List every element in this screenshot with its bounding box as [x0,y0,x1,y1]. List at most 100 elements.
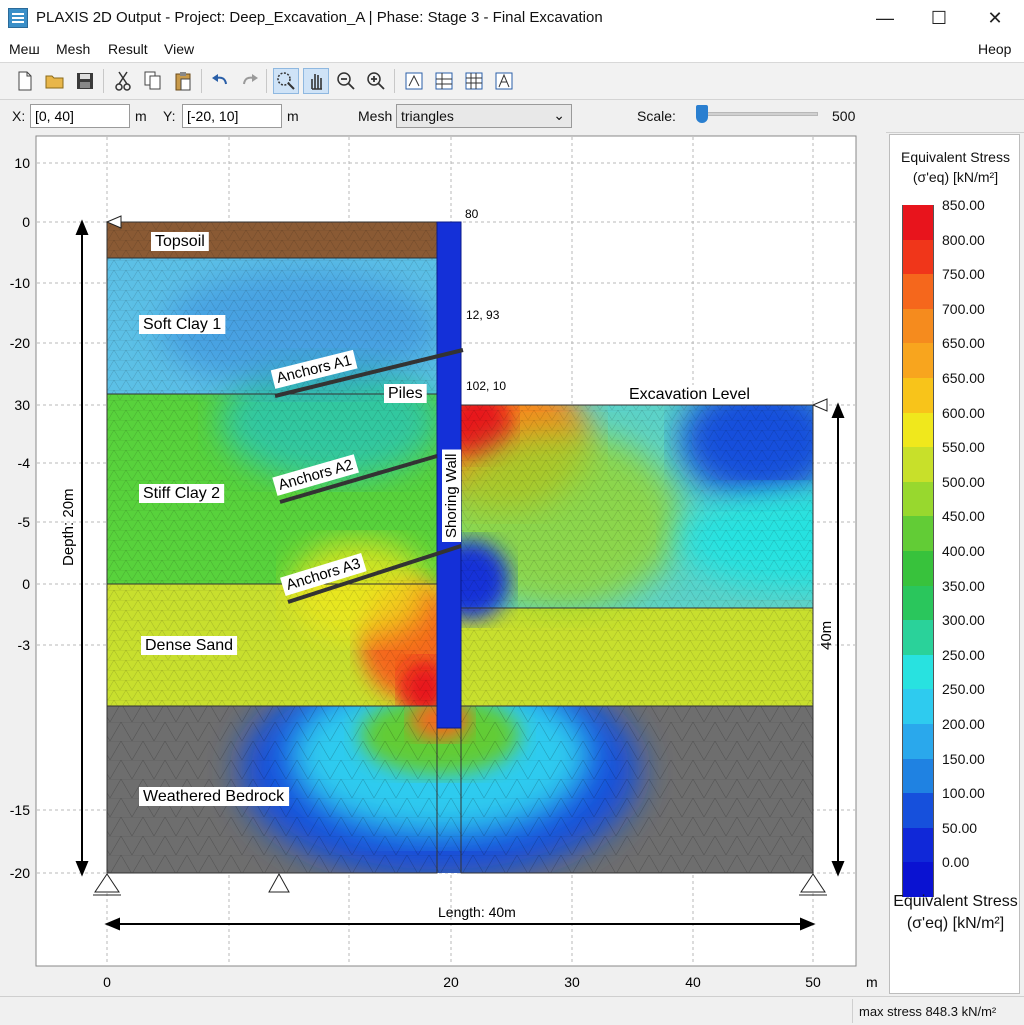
menu-mesh[interactable]: Mesh [56,41,90,57]
height-label: 40m [818,621,835,650]
legend-label: 700.00 [942,300,985,317]
x-tick-label: 20 [443,974,459,990]
legend-swatch [902,654,934,690]
scale-value: 500 [832,108,856,124]
excavation-level-label: Excavation Level [629,386,750,403]
menu-view[interactable]: View [164,41,194,57]
mesh-type-select[interactable]: triangles ⌄ [396,104,572,128]
x-unit-label: m [135,108,147,124]
close-button[interactable]: ✕ [972,0,1018,36]
y-tick-label: 0 [22,214,30,230]
paste-icon[interactable] [170,68,196,94]
new-file-icon[interactable] [12,68,38,94]
legend-swatch [902,620,934,656]
menu-result[interactable]: Result [108,41,148,57]
annotation-mid: 12, 93 [466,308,500,322]
menu-bar: Meш Mesh Result View Неор [0,36,1024,63]
scale-slider-thumb[interactable] [696,105,708,123]
legend-label: 100.00 [942,785,985,802]
legend-bottom-title: Equivalent Stress [893,893,1018,910]
app-logo-icon [8,8,28,28]
x-range-label: X: [12,108,26,124]
y-tick-label: -3 [18,637,31,653]
legend-swatch [902,308,934,344]
y-tick-label: 0 [22,576,30,592]
piles-label: Piles [388,385,423,402]
legend-swatch [902,516,934,552]
zoom-in-icon[interactable] [363,68,389,94]
legend-label: 650.00 [942,335,985,352]
annotation-low: 102, 10 [466,379,506,393]
max-stress-status: max stress 848.3 kN/m² [852,999,1022,1023]
zoom-window-icon[interactable] [273,68,299,94]
y-unit-label: m [287,108,299,124]
scale-label: Scale: [637,108,676,124]
x-tick-label: 40 [685,974,701,990]
coordinate-bar: X: m Y: m Mesh triangles ⌄ Scale: 500 [0,100,1024,133]
legend-label: 500.00 [942,473,985,490]
view-mesh-icon[interactable] [431,68,457,94]
maximize-button[interactable]: ☐ [916,0,962,36]
scale-slider[interactable] [700,112,818,116]
redo-icon[interactable] [237,68,263,94]
open-folder-icon[interactable] [42,68,68,94]
cut-icon[interactable] [110,68,136,94]
x-range-input[interactable] [30,104,130,128]
undo-icon[interactable] [207,68,233,94]
legend-swatch [902,481,934,517]
y-tick-label: 30 [14,397,30,413]
copy-icon[interactable] [140,68,166,94]
menu-help[interactable]: Неор [978,41,1011,57]
pan-hand-icon[interactable] [303,68,329,94]
layer-label-soft-clay: Soft Clay 1 [143,316,221,333]
y-tick-label: -5 [18,514,31,530]
legend-swatch [902,793,934,829]
legend-label: 250.00 [942,646,985,663]
layer-label-bedrock: Weathered Bedrock [143,788,285,805]
layer-label-stiff-clay: Stiff Clay 2 [143,485,220,502]
view-structure-icon[interactable] [491,68,517,94]
legend-label: 250.00 [942,681,985,698]
y-tick-label: -10 [10,275,30,291]
y-tick-label: -20 [10,865,30,881]
save-icon[interactable] [72,68,98,94]
window-title: PLAXIS 2D Output - Project: Deep_Excavat… [36,9,603,26]
legend-subtitle: (σ'eq) [kN/m²] [912,169,999,185]
legend-bottom-subtitle: (σ'eq) [kN/m²] [906,915,1005,932]
legend-swatch [902,724,934,760]
mesh-type-value: triangles [401,108,454,124]
zoom-out-icon[interactable] [333,68,359,94]
legend-swatch [902,239,934,275]
menu-file[interactable]: Meш [9,41,40,57]
x-tick-label: 50 [805,974,821,990]
annotation-top: 80 [465,207,479,221]
y-tick-label: 10 [14,155,30,171]
title-bar: PLAXIS 2D Output - Project: Deep_Excavat… [0,0,1024,36]
legend-swatch [902,827,934,863]
depth-label: Depth: 20m [60,488,77,566]
x-tick-label: 0 [103,974,111,990]
view-grid-icon[interactable] [461,68,487,94]
legend-swatch [902,447,934,483]
length-label: Length: 40m [438,904,516,920]
y-tick-label: -4 [18,455,31,471]
x-unit: m [866,974,878,990]
toolbar [0,63,1024,100]
chevron-down-icon: ⌄ [553,107,565,123]
view-front-icon[interactable] [401,68,427,94]
y-range-input[interactable] [182,104,282,128]
legend-label: 750.00 [942,266,985,283]
minimize-button[interactable]: — [862,0,908,36]
legend-label: 550.00 [942,439,985,456]
legend-swatch [902,343,934,379]
legend-label: 50.00 [942,819,978,836]
plot-canvas[interactable]: Topsoil Soft Clay 1 Stiff Clay 2 Dense S… [0,132,886,996]
legend-swatch [902,205,934,241]
legend-swatch [902,758,934,794]
legend-swatch [902,689,934,725]
legend-title: Equivalent Stress [901,149,1010,165]
x-tick-label: 30 [564,974,580,990]
legend-label: 450.00 [942,508,985,525]
y-tick-label: -15 [10,802,30,818]
legend-swatch [902,585,934,621]
